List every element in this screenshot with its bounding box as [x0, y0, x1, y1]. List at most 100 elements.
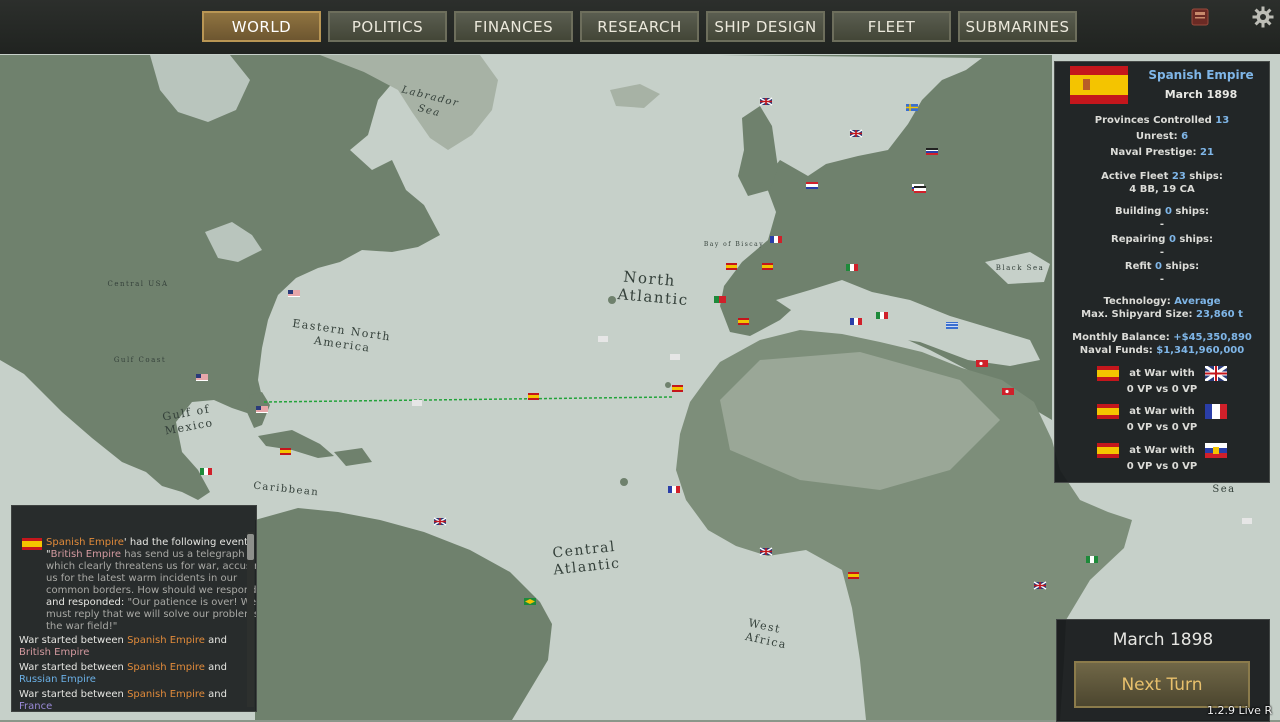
event-nation[interactable]: Spanish Empire	[46, 537, 124, 548]
building-label: Building	[1114, 206, 1162, 217]
port-flag-mexico[interactable]	[200, 468, 212, 475]
prestige-label: Naval Prestige:	[1110, 147, 1197, 158]
port-flag-britain[interactable]	[1033, 581, 1047, 590]
war-2-vp: 0 VP vs 0 VP	[1126, 422, 1198, 433]
port-flag-brazil[interactable]	[524, 598, 536, 605]
spain-flag[interactable]	[1070, 66, 1128, 104]
port-flag-britain[interactable]	[433, 517, 447, 526]
event-response-line: and responded: "Our patience is over! We	[46, 597, 256, 609]
fleet-label: Active Fleet	[1101, 171, 1169, 182]
port-flag-ottoman[interactable]	[976, 360, 988, 367]
event-intro: ' had the following event:	[123, 537, 252, 548]
port-flag-germany[interactable]	[914, 186, 926, 193]
port-flag-ship[interactable]	[412, 400, 422, 406]
war-log-1-a[interactable]: Spanish Empire	[127, 635, 205, 646]
port-flag-britain[interactable]	[759, 547, 773, 556]
port-flag-spain[interactable]	[848, 572, 859, 579]
port-flag-spain[interactable]	[726, 263, 737, 270]
war-3-text: at War with	[1129, 445, 1195, 456]
port-flag-ottoman[interactable]	[1002, 388, 1014, 395]
event-reply-2: the war field!"	[46, 621, 118, 632]
event-sender[interactable]: British Empire	[51, 549, 121, 560]
svg-text:North Atlantic: North Atlantic	[616, 267, 691, 309]
war-1-text: at War with	[1129, 368, 1195, 379]
top-navigation-bar: WORLD POLITICS FINANCES RESEARCH SHIP DE…	[0, 0, 1280, 54]
balance-label: Monthly Balance:	[1072, 332, 1170, 343]
war-log-3-b[interactable]: France	[19, 701, 52, 711]
port-flag-spain[interactable]	[738, 318, 749, 325]
port-flag-portugal[interactable]	[714, 296, 726, 303]
event-body-0: has send us a telegraph	[121, 549, 245, 560]
war-enemy-flag-france[interactable]	[1205, 404, 1227, 419]
scrapbook-icon[interactable]	[1189, 6, 1211, 28]
tab-research[interactable]: RESEARCH	[580, 11, 699, 42]
port-flag-germany[interactable]	[926, 148, 938, 150]
event-log-panel[interactable]: Spanish Empire' had the following event:…	[11, 505, 257, 712]
port-flag-france[interactable]	[770, 236, 782, 243]
tab-fleet[interactable]: FLEET	[832, 11, 951, 42]
war-enemy-flag-britain[interactable]	[1205, 366, 1227, 381]
tab-submarines[interactable]: SUBMARINES	[958, 11, 1077, 42]
war-3-vp: 0 VP vs 0 VP	[1126, 461, 1198, 472]
port-flag-netherlands[interactable]	[806, 182, 818, 189]
nation-status-panel: Spanish Empire March 1898 Provinces Cont…	[1054, 61, 1270, 483]
port-flag-egypt[interactable]	[1086, 556, 1098, 563]
port-flag-france[interactable]	[668, 486, 680, 493]
war-log-1: War started between Spanish Empire and	[19, 635, 227, 647]
port-flag-ship[interactable]	[598, 336, 608, 342]
tab-world[interactable]: WORLD	[202, 11, 321, 42]
war-log-1-and: and	[204, 635, 227, 646]
port-flag-sweden[interactable]	[906, 104, 918, 111]
building-dash: -	[1159, 219, 1165, 230]
war-log-2-prefix: War started between	[19, 662, 128, 673]
port-flag-ship[interactable]	[670, 354, 680, 360]
port-flag-spain[interactable]	[280, 448, 291, 455]
tab-finances[interactable]: FINANCES	[454, 11, 573, 42]
war-log-1-b[interactable]: British Empire	[19, 647, 89, 659]
tab-ship-design[interactable]: SHIP DESIGN	[706, 11, 825, 42]
next-turn-button[interactable]: Next Turn	[1074, 661, 1250, 708]
port-flag-usa[interactable]	[288, 290, 300, 297]
port-flag-italy[interactable]	[876, 312, 888, 319]
port-flag-spain[interactable]	[528, 393, 539, 400]
tab-politics[interactable]: POLITICS	[328, 11, 447, 42]
port-flag-usa[interactable]	[256, 406, 268, 413]
building-ships-word: ships:	[1175, 206, 1209, 217]
war-log-2-b[interactable]: Russian Empire	[19, 674, 96, 686]
port-flag-ship[interactable]	[1242, 518, 1252, 524]
war-log-3: War started between Spanish Empire and	[19, 689, 227, 701]
unrest-label: Unrest:	[1135, 131, 1178, 142]
refit-label: Refit	[1124, 261, 1152, 272]
map-label-central-usa: Central USA	[107, 280, 168, 288]
map-label-black-sea: Black Sea	[996, 264, 1045, 272]
war-1-vp: 0 VP vs 0 VP	[1126, 384, 1198, 395]
port-flag-usa[interactable]	[196, 374, 208, 381]
shipyard-value: 23,860 t	[1196, 309, 1243, 320]
building-row: Building 0 ships:	[1055, 206, 1269, 217]
shipyard-label: Max. Shipyard Size:	[1081, 309, 1193, 320]
war-enemy-flag-russia[interactable]	[1205, 443, 1227, 458]
building-value: 0	[1164, 206, 1172, 217]
port-flag-france[interactable]	[850, 318, 862, 325]
unrest-row: Unrest: 6	[1055, 131, 1269, 142]
event-reply-1: must reply that we will solve our proble…	[46, 609, 257, 620]
port-flag-britain[interactable]	[759, 97, 773, 106]
fleet-value: 23	[1171, 171, 1186, 182]
port-flag-britain[interactable]	[849, 129, 863, 138]
port-flag-italy[interactable]	[846, 264, 858, 271]
war-log-3-prefix: War started between	[19, 689, 128, 700]
event-log-scrollbar[interactable]	[247, 532, 254, 707]
provinces-row: Provinces Controlled 13	[1055, 115, 1269, 126]
event-log-scroll-thumb[interactable]	[247, 534, 254, 560]
refit-value: 0	[1155, 261, 1163, 272]
map-label-gulf-coast: Gulf Coast	[114, 356, 166, 364]
war-2-text: at War with	[1129, 406, 1195, 417]
port-flag-greece[interactable]	[946, 322, 958, 329]
war-log-2-a[interactable]: Spanish Empire	[127, 662, 205, 673]
port-flag-spain[interactable]	[672, 385, 683, 392]
war-log-3-a[interactable]: Spanish Empire	[127, 689, 205, 700]
refit-dash: -	[1159, 274, 1165, 285]
port-flag-spain[interactable]	[762, 263, 773, 270]
settings-gear-icon[interactable]	[1252, 6, 1274, 28]
fleet-ships-word: ships:	[1189, 171, 1223, 182]
